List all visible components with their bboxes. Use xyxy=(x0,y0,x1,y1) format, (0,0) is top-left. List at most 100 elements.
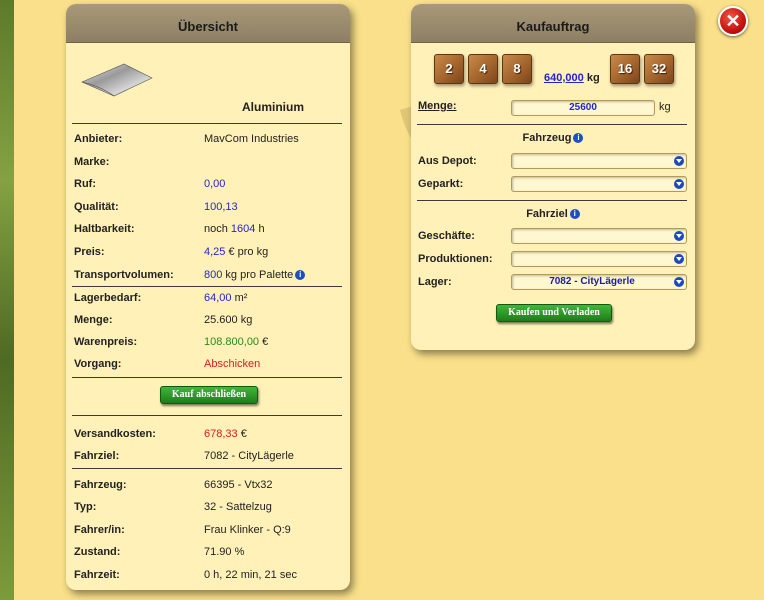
row-value-text: 0,00 xyxy=(204,178,226,191)
row-value: 64,00 m² xyxy=(204,289,247,307)
row-value-text: 64,00 xyxy=(204,292,232,304)
row-value-unit: € xyxy=(237,428,247,440)
crate-button-4[interactable]: 4 xyxy=(468,54,498,84)
info-row: Versandkosten: 678,33 € xyxy=(74,425,344,443)
warehouse-select[interactable]: 7082 - CityLägerle xyxy=(511,274,687,290)
row-value-text: 1604 xyxy=(230,223,256,236)
row-value: 4,25 € pro kg xyxy=(204,243,268,261)
info-icon[interactable]: i xyxy=(573,133,584,143)
complete-purchase-button[interactable]: Kauf abschließen xyxy=(160,386,258,404)
row-value-prefix: noch xyxy=(204,223,231,236)
vehicle-section-title: Fahrzeug i xyxy=(411,132,695,144)
chevron-down-icon xyxy=(674,231,684,241)
divider xyxy=(72,468,342,469)
row-value-text: 678,33 xyxy=(204,428,238,440)
row-label: Marke: xyxy=(74,155,110,168)
row-label: Haltbarkeit: xyxy=(74,223,135,236)
info-row: Fahrzeug: 66395 - Vtx32 xyxy=(74,476,344,494)
row-label: Versandkosten: xyxy=(74,428,156,440)
row-value: 108.800,00 € xyxy=(204,333,268,351)
row-value: 0,00 xyxy=(204,175,225,193)
row-label: Qualität: xyxy=(74,200,119,213)
row-value-text: MavCom Industries xyxy=(204,133,299,145)
vehicle-section-label: Fahrzeug xyxy=(522,132,572,144)
row-value-text: Frau Klinker - Q:9 xyxy=(204,523,291,536)
warehouse-value: 7082 - CityLägerle xyxy=(549,276,635,287)
info-row: Zustand: 71.90 % xyxy=(74,543,344,561)
row-value: noch 1604 h xyxy=(204,220,265,238)
row-value-text: 66395 - Vtx32 xyxy=(204,479,273,491)
depot-label: Aus Depot: xyxy=(418,155,477,167)
row-value-text: 7082 - CityLägerle xyxy=(204,449,294,462)
info-row: Lagerbedarf: 64,00 m² xyxy=(74,289,344,307)
productions-select[interactable] xyxy=(511,251,687,267)
purchase-order-title: Kaufauftrag xyxy=(411,4,695,43)
productions-label: Produktionen: xyxy=(418,253,493,265)
crate-button-8[interactable]: 8 xyxy=(502,54,532,84)
row-value: 678,33 € xyxy=(204,425,247,443)
row-label: Warenpreis: xyxy=(74,336,138,348)
divider xyxy=(72,123,342,124)
chevron-down-icon xyxy=(674,254,684,264)
info-icon[interactable]: i xyxy=(295,269,306,280)
row-value-text: 0 h, 22 min, 21 sec xyxy=(204,568,297,581)
chevron-down-icon xyxy=(674,277,684,287)
row-value: Frau Klinker - Q:9 xyxy=(204,521,291,539)
quantity-unit: kg xyxy=(659,101,671,113)
info-row: Qualität: 100,13 xyxy=(74,198,344,216)
info-row: Vorgang: Abschicken xyxy=(74,355,344,373)
row-value: 7082 - CityLägerle xyxy=(204,447,294,465)
row-label: Fahrzeit: xyxy=(74,568,120,581)
row-value-unit: € xyxy=(259,336,269,348)
info-row: Warenpreis: 108.800,00 € xyxy=(74,333,344,351)
row-value: 25.600 kg xyxy=(204,311,252,329)
info-row: Transportvolumen: 800 kg pro Palette i xyxy=(74,266,344,284)
background-foliage xyxy=(0,0,14,600)
divider xyxy=(417,124,687,125)
crate-button-32[interactable]: 32 xyxy=(644,54,674,84)
quantity-input[interactable]: 25600 xyxy=(511,100,655,116)
info-row: Marke: xyxy=(74,153,344,171)
row-label: Preis: xyxy=(74,246,105,258)
row-value-text: Abschicken xyxy=(204,358,261,370)
row-value: Abschicken xyxy=(204,355,260,373)
info-row: Anbieter: MavCom Industries xyxy=(74,130,344,148)
row-value-unit: € pro kg xyxy=(225,246,269,258)
row-value-unit: m² xyxy=(231,292,248,304)
row-value: 100,13 xyxy=(204,198,238,216)
row-label: Menge: xyxy=(74,314,113,326)
row-value-text: 800 xyxy=(204,268,223,281)
info-row: Fahrziel: 7082 - CityLägerle xyxy=(74,447,344,465)
row-label: Fahrzeug: xyxy=(74,479,127,491)
info-icon[interactable]: i xyxy=(569,209,580,219)
shops-select[interactable] xyxy=(511,228,687,244)
info-row: Typ: 32 - Sattelzug xyxy=(74,498,344,516)
row-value: 800 kg pro Palette i xyxy=(204,266,306,284)
row-label: Ruf: xyxy=(74,178,96,191)
quantity-label: Menge: xyxy=(418,100,457,112)
divider xyxy=(72,415,342,416)
row-value: 0 h, 22 min, 21 sec xyxy=(204,566,297,584)
info-row: Menge: 25.600 kg xyxy=(74,311,344,329)
crate-button-16[interactable]: 16 xyxy=(610,54,640,84)
row-value-text: 4,25 xyxy=(204,246,226,258)
info-row: Ruf: 0,00 xyxy=(74,175,344,193)
destination-section-title: Fahrziel i xyxy=(411,208,695,220)
capacity-value[interactable]: 640,000 xyxy=(544,72,584,84)
row-label: Fahrer/in: xyxy=(74,523,125,536)
chevron-down-icon xyxy=(674,156,684,166)
row-value-text: 71.90 % xyxy=(204,546,245,559)
row-value-text: 25.600 kg xyxy=(204,314,253,326)
warehouse-label: Lager: xyxy=(418,276,452,288)
buy-and-load-button[interactable]: Kaufen und Verladen xyxy=(496,304,612,322)
parked-select[interactable] xyxy=(511,176,687,192)
info-row: Preis: 4,25 € pro kg xyxy=(74,243,344,261)
row-value: 71.90 % xyxy=(204,543,244,561)
close-button[interactable]: ✕ xyxy=(718,6,748,36)
destination-section-label: Fahrziel xyxy=(526,208,568,220)
overview-panel: Übersicht Aluminium Anbieter: MavCom Indu… xyxy=(66,4,350,590)
chevron-down-icon xyxy=(674,179,684,189)
crate-button-2[interactable]: 2 xyxy=(434,54,464,84)
purchase-order-panel: Kaufauftrag 2 4 8 640,000 kg 16 32 Menge… xyxy=(411,4,695,350)
depot-select[interactable] xyxy=(511,153,687,169)
